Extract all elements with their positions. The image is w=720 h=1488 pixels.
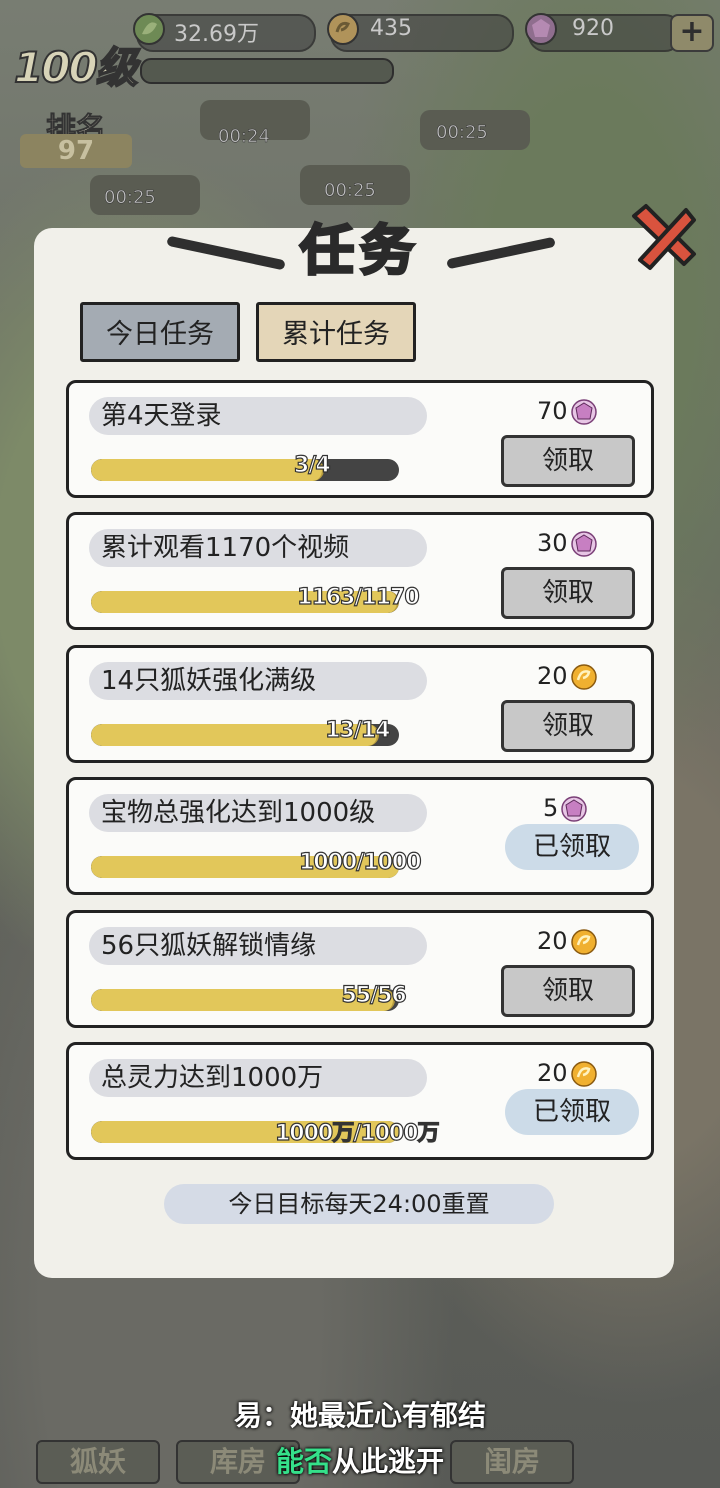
dialogue-line-1: 易：她最近心有郁结 xyxy=(233,1399,486,1432)
task-name: 总灵力达到1000万 xyxy=(101,1063,324,1093)
task-name: 第4天登录 xyxy=(101,401,222,431)
task-progress-text: 1000万/1000万 xyxy=(274,1120,440,1146)
gem-icon xyxy=(561,796,588,822)
leaf-amount: 32.69万 xyxy=(174,22,259,47)
claim-button[interactable]: 领取 xyxy=(501,567,635,619)
task-row: 56只狐妖解锁情缘 55/56 20 领取 xyxy=(66,910,654,1028)
plot-timer: 00:25 xyxy=(324,180,376,202)
coin-icon xyxy=(570,1061,597,1087)
task-name: 56只狐妖解锁情缘 xyxy=(101,931,317,961)
dialogue-line-2: 能否从此逃开 xyxy=(0,1440,720,1480)
tab-daily-tasks[interactable]: 今日任务 xyxy=(80,302,240,362)
gem-amount: 920 xyxy=(572,16,614,41)
claim-button[interactable]: 领取 xyxy=(501,435,635,487)
dialogue-rest: 从此逃开 xyxy=(332,1445,445,1478)
experience-bar xyxy=(140,58,394,84)
panel-title: 任务 xyxy=(299,218,420,284)
task-progress-text: 13/14 xyxy=(325,717,391,743)
add-gems-button[interactable]: + xyxy=(670,14,714,52)
task-reward-amount: 30 xyxy=(537,529,568,557)
task-name: 14只狐妖强化满级 xyxy=(101,666,317,696)
task-row: 累计观看1170个视频 1163/1170 30 领取 xyxy=(66,512,654,630)
task-reward-amount: 20 xyxy=(537,662,568,690)
claim-button[interactable]: 领取 xyxy=(501,700,635,752)
task-row: 总灵力达到1000万 1000万/1000万 20 已领取 xyxy=(66,1042,654,1160)
task-reward-amount: 20 xyxy=(537,1059,568,1087)
task-reward-amount: 5 xyxy=(543,794,559,822)
coin-icon xyxy=(327,13,359,45)
claimed-badge: 已领取 xyxy=(505,824,639,870)
task-name: 累计观看1170个视频 xyxy=(101,533,350,563)
task-row: 第4天登录 3/4 70 领取 xyxy=(66,380,654,498)
claimed-badge: 已领取 xyxy=(505,1089,639,1135)
gem-icon xyxy=(525,13,557,45)
task-progress-text: 1000/1000 xyxy=(298,849,422,875)
task-progress-text: 1163/1170 xyxy=(297,584,421,610)
task-reward: 70 xyxy=(537,395,598,427)
claim-button[interactable]: 领取 xyxy=(501,965,635,1017)
tab-cumulative-tasks[interactable]: 累计任务 xyxy=(256,302,416,362)
task-progress-bar xyxy=(91,459,399,481)
task-row: 宝物总强化达到1000级 1000/1000 5 已领取 xyxy=(66,777,654,895)
coin-icon xyxy=(570,929,597,955)
player-level: 100级 xyxy=(13,42,139,93)
task-progress-text: 3/4 xyxy=(293,452,331,478)
task-reward: 30 xyxy=(537,527,598,559)
task-name: 宝物总强化达到1000级 xyxy=(101,798,376,828)
dialogue-highlight: 能否 xyxy=(275,1445,332,1478)
rank-value[interactable]: 97 xyxy=(20,134,132,168)
reset-note: 今日目标每天24:00重置 xyxy=(164,1184,554,1224)
task-reward-amount: 70 xyxy=(537,397,568,425)
task-progress-fill xyxy=(91,459,324,481)
coin-icon xyxy=(570,664,597,690)
task-reward-amount: 20 xyxy=(537,927,568,955)
plot-timer: 00:25 xyxy=(436,122,488,144)
task-reward: 20 xyxy=(537,660,598,692)
leaf-icon xyxy=(133,13,165,45)
task-row: 14只狐妖强化满级 13/14 20 领取 xyxy=(66,645,654,763)
plot-timer: 00:25 xyxy=(104,187,156,209)
gem-icon xyxy=(570,399,597,425)
task-progress-text: 55/56 xyxy=(341,982,407,1008)
close-icon[interactable] xyxy=(624,198,702,276)
task-reward: 20 xyxy=(537,925,598,957)
task-reward: 5 xyxy=(543,792,588,824)
gem-icon xyxy=(570,531,597,557)
coin-amount: 435 xyxy=(370,16,412,41)
plot-timer: 00:24 xyxy=(218,126,270,148)
task-reward: 20 xyxy=(537,1057,598,1089)
